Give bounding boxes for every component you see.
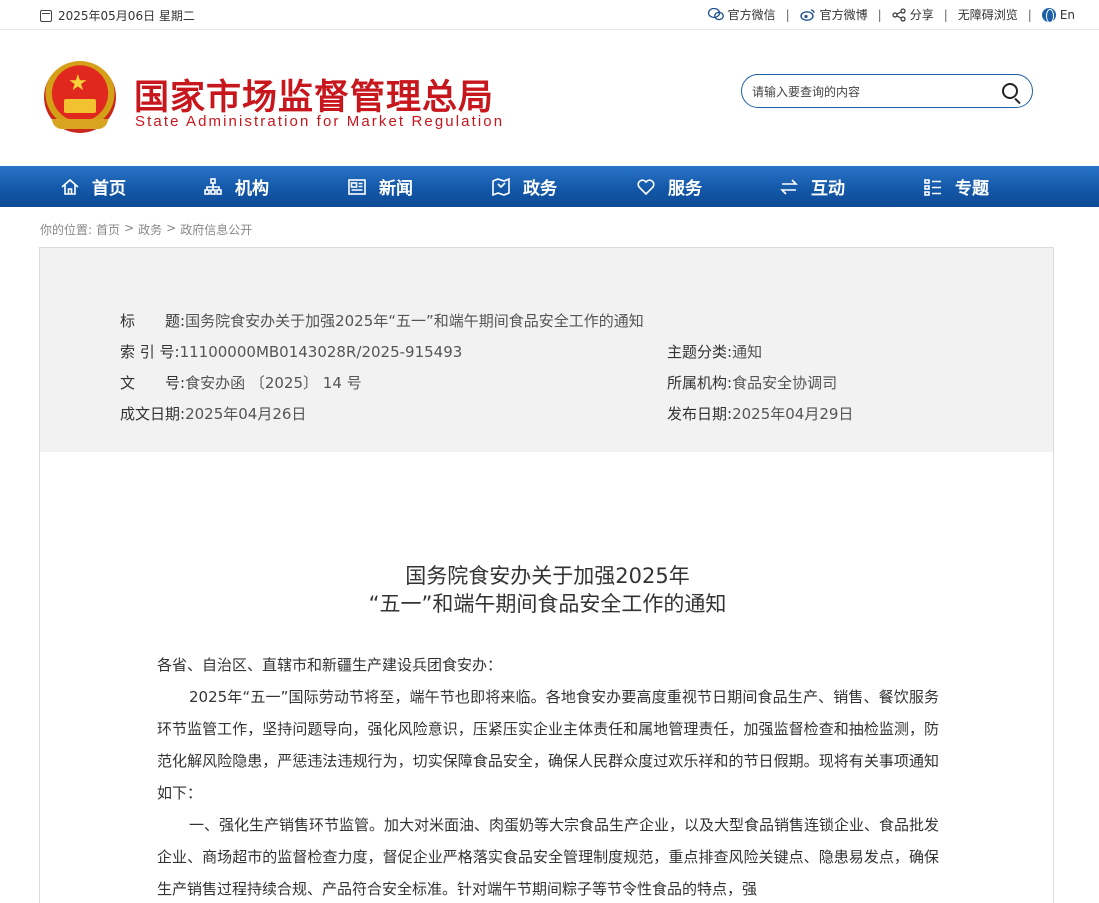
article-body: 国务院食安办关于加强2025年 “五一”和端午期间食品安全工作的通知 各省、自治… (39, 452, 1054, 903)
nav-label: 服务 (668, 179, 702, 199)
divider: | (943, 7, 948, 22)
meta-category: 主题分类:通知 (667, 341, 762, 362)
share-link[interactable]: 分享 (892, 6, 934, 23)
nav-item-home[interactable]: 首页 (60, 166, 126, 207)
weibo-icon (799, 9, 815, 21)
exchange-icon (779, 177, 799, 197)
national-emblem-logo[interactable]: ★ (44, 61, 116, 133)
gov-icon (491, 177, 511, 197)
site-header: ★ 国家市场监督管理总局 State Administration for Ma… (0, 31, 1099, 166)
divider: | (785, 7, 790, 22)
calendar-icon (40, 9, 52, 22)
document-meta-box: 标 题:国务院食安办关于加强2025年“五一”和端午期间食品安全工作的通知 索 … (39, 247, 1054, 453)
meta-key: 主题分类: (667, 343, 733, 361)
nav-item-gov[interactable]: 政务 (491, 166, 557, 207)
search-box (741, 74, 1033, 108)
search-input[interactable] (752, 82, 992, 102)
meta-key: 文 号: (120, 374, 186, 392)
meta-value: 食安办函 〔2025〕 14 号 (185, 374, 362, 392)
breadcrumb-gov[interactable]: 政务 (138, 221, 162, 238)
nav-label: 专题 (955, 179, 989, 199)
search-icon[interactable] (1002, 83, 1018, 99)
article-title-line1: 国务院食安办关于加强2025年 (405, 564, 690, 588)
breadcrumb-prefix: 你的位置: (40, 223, 93, 237)
official-weibo-label: 官方微博 (819, 8, 868, 22)
breadcrumb-separator: > (124, 221, 135, 235)
breadcrumb-separator: > (166, 221, 177, 235)
top-bar: 2025年05月06日 星期二 官方微信 | 官方微博 | 分享 | 无障碍浏览… (0, 0, 1099, 30)
article-paragraph: 一、强化生产销售环节监管。加大对米面油、肉蛋奶等大宗食品生产企业，以及大型食品销… (157, 816, 940, 898)
share-icon (892, 7, 906, 22)
meta-key: 成文日期: (120, 405, 186, 423)
nav-label: 互动 (811, 179, 845, 199)
topic-icon (923, 177, 943, 197)
wechat-icon (707, 8, 724, 21)
nav-item-org[interactable]: 机构 (203, 166, 269, 207)
nav-item-service[interactable]: 服务 (636, 166, 702, 207)
nav-item-interact[interactable]: 互动 (779, 166, 845, 207)
meta-key: 标 题: (120, 312, 186, 330)
ribbon-icon (52, 119, 108, 129)
meta-title: 标 题:国务院食安办关于加强2025年“五一”和端午期间食品安全工作的通知 (120, 310, 644, 331)
accessibility-label: 无障碍浏览 (957, 8, 1018, 22)
meta-index: 索 引 号:11100000MB0143028R/2025-915493 (120, 341, 462, 362)
star-icon: ★ (68, 71, 88, 96)
official-wechat-label: 官方微信 (727, 8, 776, 22)
meta-value: 国务院食安办关于加强2025年“五一”和端午期间食品安全工作的通知 (185, 312, 644, 330)
breadcrumb-info-disclosure[interactable]: 政府信息公开 (180, 221, 252, 238)
meta-published-date: 发布日期:2025年04月29日 (667, 403, 853, 424)
meta-value: 2025年04月26日 (185, 405, 307, 423)
home-icon (60, 177, 80, 197)
article-salutation: 各省、自治区、直辖市和新疆生产建设兵团食安办： (157, 656, 503, 674)
meta-value: 2025年04月29日 (732, 405, 854, 423)
meta-value: 11100000MB0143028R/2025-915493 (179, 343, 463, 361)
nav-label: 首页 (92, 179, 126, 199)
heart-icon (636, 177, 656, 197)
breadcrumb-home[interactable]: 首页 (96, 221, 120, 238)
official-wechat-link[interactable]: 官方微信 (707, 6, 776, 23)
article-paragraph: 2025年“五一”国际劳动节将至，端午节也即将来临。各地食安办要高度重视节日期间… (157, 688, 939, 802)
official-weibo-link[interactable]: 官方微博 (799, 6, 868, 23)
meta-key: 所属机构: (667, 374, 733, 392)
date-text: 2025年05月06日 星期二 (58, 9, 195, 23)
accessibility-link[interactable]: 无障碍浏览 (958, 6, 1018, 23)
globe-icon (1041, 7, 1056, 23)
divider: | (877, 7, 882, 22)
meta-value: 通知 (732, 343, 763, 361)
news-icon (347, 177, 367, 197)
nav-label: 机构 (235, 179, 269, 199)
tiananmen-icon (64, 99, 96, 113)
nav-label: 政务 (523, 179, 557, 199)
org-icon (203, 177, 223, 197)
divider: | (1027, 7, 1032, 22)
meta-org: 所属机构:食品安全协调司 (667, 372, 837, 393)
share-label: 分享 (909, 8, 934, 22)
nav-item-news[interactable]: 新闻 (347, 166, 413, 207)
top-links: 官方微信 | 官方微博 | 分享 | 无障碍浏览 | En (707, 6, 1075, 23)
current-date: 2025年05月06日 星期二 (40, 7, 195, 24)
nav-label: 新闻 (379, 179, 413, 199)
main-nav: 首页 机构 新闻 政务 服务 互动 专题 (0, 166, 1099, 207)
english-label: En (1059, 7, 1075, 22)
breadcrumb: 你的位置: 首页 > 政务 > 政府信息公开 (40, 221, 252, 238)
meta-doc-number: 文 号:食安办函 〔2025〕 14 号 (120, 372, 362, 393)
article-title-line2: “五一”和端午期间食品安全工作的通知 (368, 592, 727, 616)
meta-value: 食品安全协调司 (732, 374, 838, 392)
english-link[interactable]: En (1041, 7, 1075, 23)
meta-written-date: 成文日期:2025年04月26日 (120, 403, 306, 424)
site-title-en: State Administration for Market Regulati… (135, 113, 505, 130)
meta-key: 索 引 号: (120, 343, 180, 361)
nav-item-topic[interactable]: 专题 (923, 166, 989, 207)
meta-key: 发布日期: (667, 405, 733, 423)
